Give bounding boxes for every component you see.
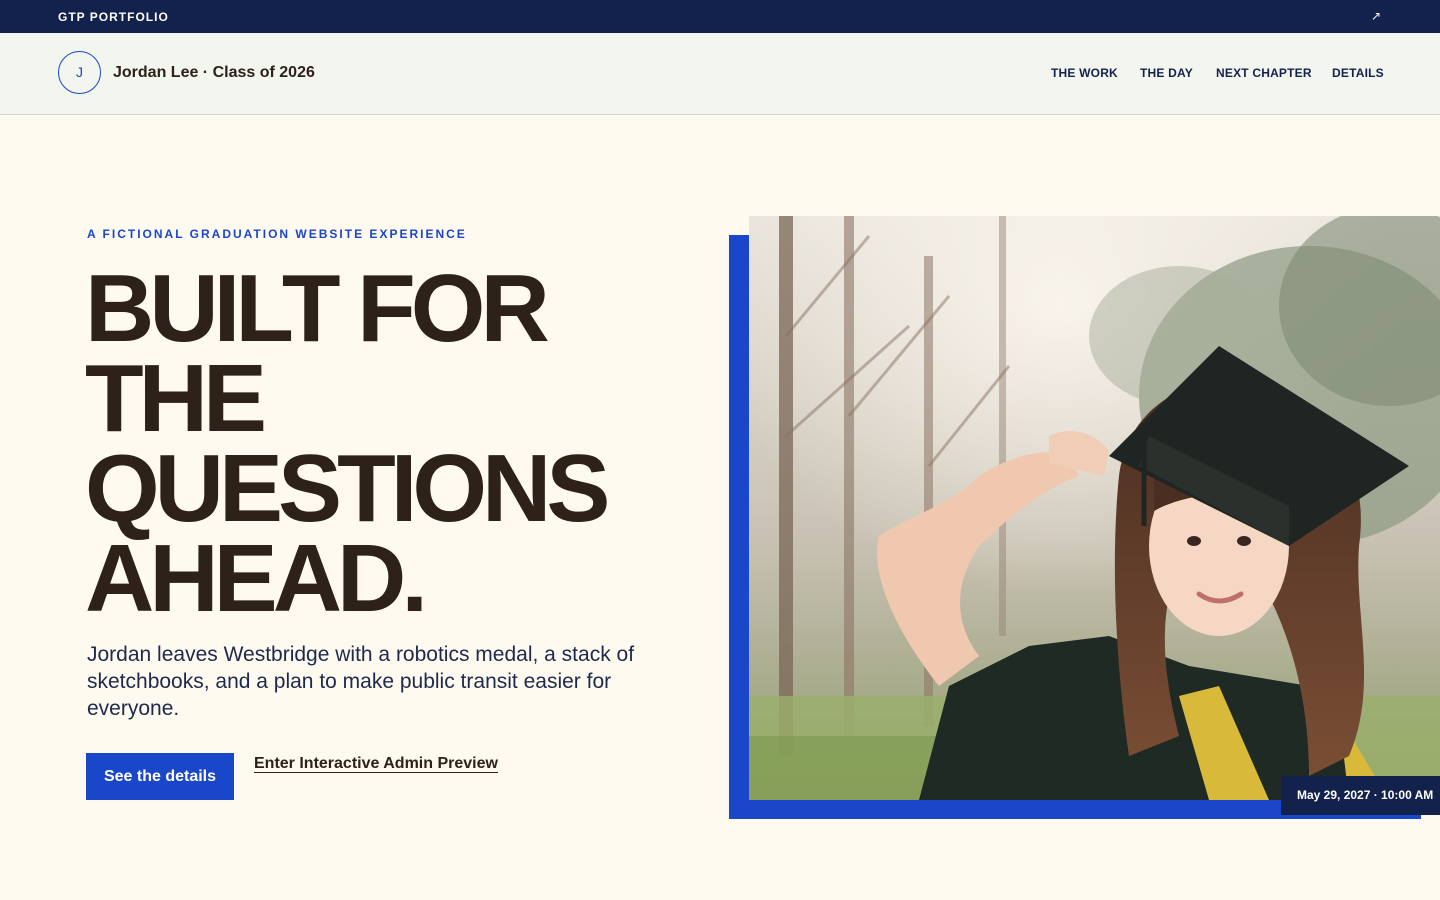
nav-link-next-chapter[interactable]: NEXT CHAPTER <box>1216 66 1312 80</box>
site-header: J Jordan Lee · Class of 2026 THE WORK TH… <box>0 33 1440 115</box>
nav-link-the-day[interactable]: THE DAY <box>1140 66 1193 80</box>
hero-eyebrow: A FICTIONAL GRADUATION WEBSITE EXPERIENC… <box>87 227 467 241</box>
nav-link-details[interactable]: DETAILS <box>1332 66 1384 80</box>
graduate-photo <box>749 216 1440 800</box>
date-badge: May 29, 2027 · 10:00 AM <box>1281 776 1440 815</box>
headline-line: BUILT FOR <box>85 255 550 362</box>
site-name[interactable]: Jordan Lee · Class of 2026 <box>113 64 315 82</box>
brand-label: GTP PORTFOLIO <box>58 10 169 24</box>
headline-line: QUESTIONS <box>85 435 610 542</box>
hero-lede: Jordan leaves Westbridge with a robotics… <box>87 643 635 720</box>
hero-headline: BUILT FOR THE QUESTIONS AHEAD. <box>85 255 610 632</box>
top-bar: GTP PORTFOLIO ↗ <box>0 0 1440 33</box>
headline-line: THE <box>85 345 267 452</box>
nav-link-the-work[interactable]: THE WORK <box>1051 66 1118 80</box>
headline-line: AHEAD. <box>85 525 428 632</box>
admin-preview-link[interactable]: Enter Interactive Admin Preview <box>254 755 498 773</box>
avatar[interactable]: J <box>58 51 101 94</box>
external-arrow-icon[interactable]: ↗ <box>1366 6 1386 26</box>
see-details-button[interactable]: See the details <box>86 753 234 800</box>
